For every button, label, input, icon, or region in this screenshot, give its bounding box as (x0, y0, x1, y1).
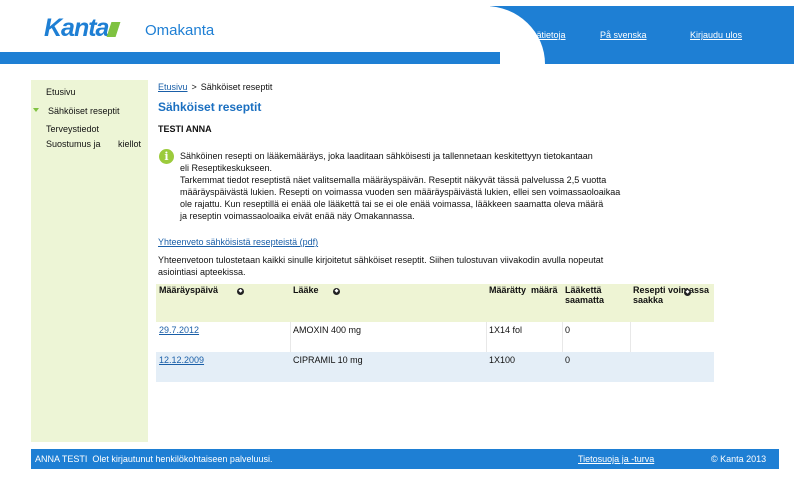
info-icon: i (159, 149, 174, 164)
sidebar-item-prescriptions[interactable]: Sähköiset reseptit (48, 106, 120, 116)
drug-name: AMOXIN 400 mg (293, 325, 362, 335)
summary-line: Yhteenvetoon tulostetaan kaikki sinulle … (158, 255, 604, 265)
active-arrow-icon (33, 108, 39, 112)
header-band (0, 52, 500, 64)
page-title: Sähköiset reseptit (158, 100, 262, 114)
info-line: Sähköinen resepti on lääkemääräys, joka … (180, 151, 593, 161)
info-line: ole rajattu. Kun reseptillä ei enää ole … (180, 198, 604, 209)
column-divider (290, 322, 291, 352)
column-divider (562, 322, 563, 352)
prescribed-amount: 1X14 fol (489, 325, 523, 335)
column-header-remaining[interactable]: Lääkettä saamatta (565, 285, 620, 305)
kanta-logo[interactable]: Kanta (44, 14, 121, 43)
summary-text: Yhteenvetoon tulostetaan kaikki sinulle … (158, 255, 678, 279)
logo-mark-icon (107, 22, 121, 37)
info-line: määräyspäivästä lukien. Resepti on voima… (180, 186, 621, 197)
page-footer: ANNA TESTI Olet kirjautunut henkilökohta… (31, 449, 779, 469)
prescription-date-link[interactable]: 29.7.2012 (159, 325, 199, 335)
footer-user-status: ANNA TESTI Olet kirjautunut henkilökohta… (35, 454, 273, 464)
header-link-swedish[interactable]: På svenska (600, 30, 647, 40)
pdf-summary-link[interactable]: Yhteenveto sähköisistä resepteistä (pdf) (158, 237, 318, 247)
patient-name: TESTI ANNA (158, 124, 212, 134)
column-divider (486, 322, 487, 352)
info-text: Sähköinen resepti on lääkemääräys, joka … (180, 151, 660, 222)
remaining-amount: 0 (565, 355, 571, 365)
table-header: Määräyspäivä ◆ Lääke ◆ Määrätty määrä Lä… (156, 284, 714, 322)
prescription-date-link[interactable]: 12.12.2009 (159, 355, 204, 365)
sidebar-item-home[interactable]: Etusivu (46, 87, 76, 97)
sort-date-icon[interactable]: ◆ (237, 288, 244, 295)
table-row: 12.12.2009 CIPRAMIL 10 mg 1X100 0 (156, 352, 714, 382)
sort-drug-icon[interactable]: ◆ (333, 288, 340, 295)
sidebar-item-health-records[interactable]: Terveystiedot (46, 124, 99, 134)
info-line: ja reseptin voimassaoloaika eivät enää n… (180, 210, 415, 221)
page-header: Kanta Omakanta Lisätietoja På svenska Ki… (0, 0, 794, 64)
breadcrumb-home-link[interactable]: Etusivu (158, 82, 188, 92)
summary-line: asiointiasi apteekissa. (158, 266, 246, 277)
sidebar-item-consents[interactable]: Suostumus ja kiellot (46, 139, 141, 149)
header-link-logout[interactable]: Kirjaudu ulos (690, 30, 742, 40)
header-link-info[interactable]: Lisätietoja (525, 30, 566, 40)
table-row: 29.7.2012 AMOXIN 400 mg 1X14 fol 0 (156, 322, 714, 352)
column-header-date[interactable]: Määräyspäivä (159, 285, 218, 296)
logo-text: Kanta (44, 14, 109, 42)
column-header-valid-until[interactable]: Resepti voimassa saakka (633, 285, 711, 305)
sort-valid-until-icon[interactable]: ◆ (684, 289, 691, 296)
breadcrumb-current: Sähköiset reseptit (200, 82, 273, 92)
column-header-drug[interactable]: Lääke (293, 285, 319, 296)
copyright: © Kanta 2013 (711, 454, 767, 464)
column-header-amount[interactable]: Määrätty määrä (489, 285, 558, 296)
column-divider (630, 322, 631, 352)
privacy-link[interactable]: Tietosuoja ja -turva (578, 454, 654, 464)
info-line: eli Reseptikeskukseen. (180, 162, 273, 173)
breadcrumb: Etusivu > Sähköiset reseptit (158, 82, 272, 92)
prescribed-amount: 1X100 (489, 355, 516, 365)
app-name: Omakanta (145, 22, 215, 39)
remaining-amount: 0 (565, 325, 571, 335)
info-line: Tarkemmat tiedot reseptistä näet valitse… (180, 174, 607, 185)
breadcrumb-separator: > (191, 82, 197, 92)
drug-name: CIPRAMIL 10 mg (293, 355, 363, 365)
sidebar: Etusivu Sähköiset reseptit Terveystiedot… (31, 80, 148, 442)
